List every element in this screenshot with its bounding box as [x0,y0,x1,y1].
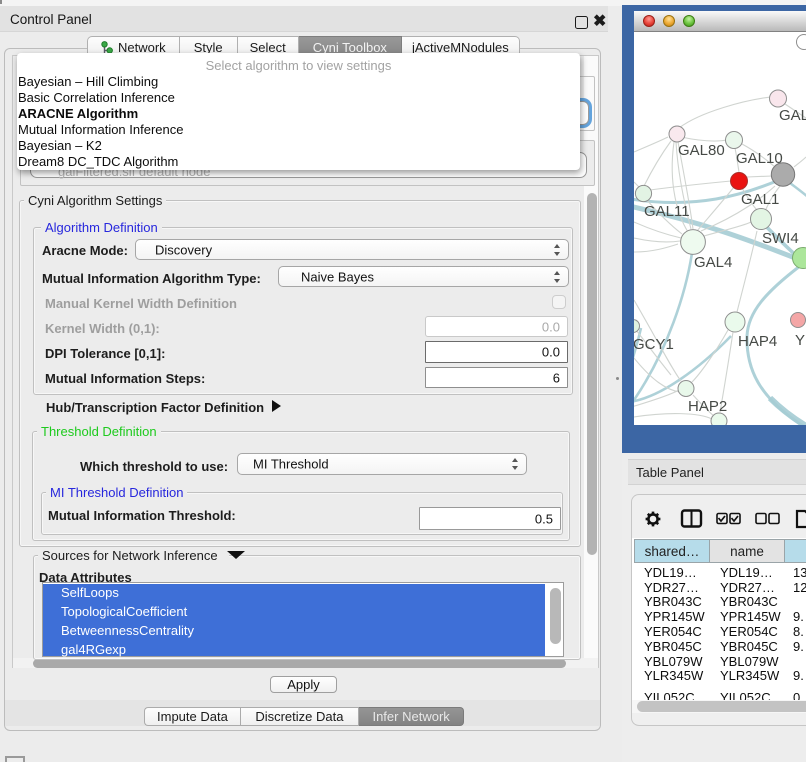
svg-text:GAL11: GAL11 [644,203,690,220]
svg-text:GAL2: GAL2 [779,107,806,124]
svg-text:GAL4: GAL4 [694,254,732,271]
svg-text:HAP2: HAP2 [688,398,727,415]
svg-text:GAL1: GAL1 [741,191,779,208]
svg-text:HAP4: HAP4 [738,333,777,350]
svg-text:Y: Y [795,332,805,349]
svg-text:GCY1: GCY1 [634,336,674,353]
svg-text:GAL80: GAL80 [678,142,725,159]
svg-text:GAL10: GAL10 [736,150,783,167]
svg-text:SWI4: SWI4 [762,230,799,247]
